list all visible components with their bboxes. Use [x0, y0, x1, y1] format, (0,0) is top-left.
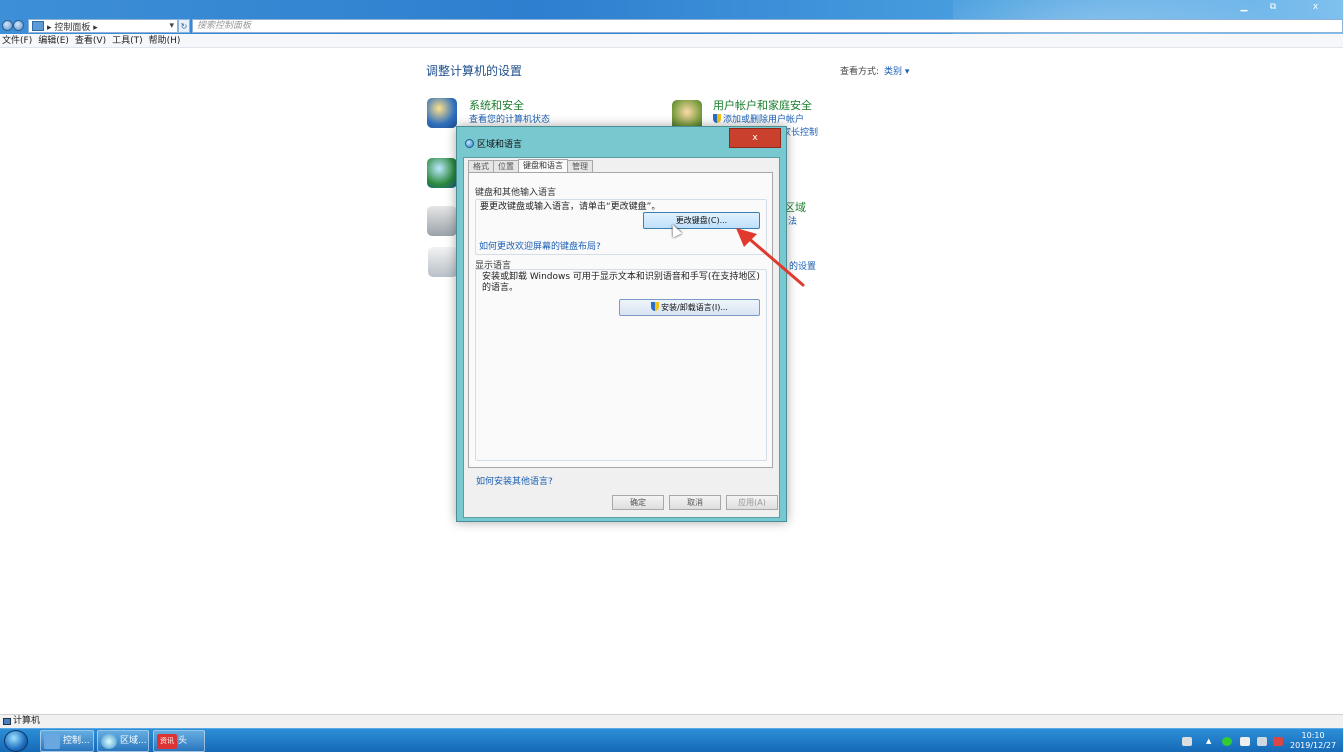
display-language-group-box — [475, 269, 767, 461]
globe-icon — [465, 139, 474, 148]
minimize-button[interactable]: ▁ — [1231, 0, 1257, 16]
menu-bar: 文件(F) 编辑(E) 查看(V) 工具(T) 帮助(H) — [0, 34, 1343, 48]
show-hidden-icons-arrow[interactable]: ▲ — [1206, 737, 1214, 746]
volume-icon[interactable] — [1257, 737, 1267, 746]
dialog-title: 区域和语言 — [465, 137, 522, 150]
link-check-status[interactable]: 查看您的计算机状态 — [469, 112, 550, 125]
view-by-dropdown[interactable]: 类别 ▾ — [884, 64, 909, 77]
address-bar[interactable]: ▸ 控制面板 ▸ ▾ — [28, 19, 178, 33]
ok-button[interactable]: 确定 — [612, 495, 664, 510]
link-add-remove-users[interactable]: 添加或删除用户帐户 — [713, 112, 804, 125]
menu-view[interactable]: 查看(V) — [75, 34, 106, 47]
network-tray-icon[interactable] — [1273, 737, 1283, 746]
menu-file[interactable]: 文件(F) — [2, 34, 32, 47]
page-title: 调整计算机的设置 — [426, 64, 523, 78]
forward-icon[interactable] — [13, 20, 24, 31]
install-uninstall-languages-button[interactable]: 安装/卸载语言(I)... — [619, 299, 760, 316]
apply-button[interactable]: 应用(A) — [726, 495, 778, 510]
clock-time: 10:10 — [1301, 731, 1325, 740]
window-titlebar: ▁ ⧉ x ▸ 控制面板 ▸ ▾ ↻ 搜索控制面板 — [0, 0, 1343, 120]
maximize-button[interactable]: ⧉ — [1261, 0, 1285, 16]
control-panel-icon — [44, 734, 60, 749]
start-button[interactable] — [4, 730, 28, 752]
install-more-languages-link[interactable]: 如何安装其他语言? — [476, 474, 553, 487]
network-icon[interactable] — [427, 158, 457, 188]
hardware-icon[interactable] — [427, 206, 457, 236]
news-app-icon: 资讯 — [157, 734, 177, 749]
status-bar: 计算机 — [0, 714, 1343, 728]
uac-shield-icon — [713, 114, 721, 123]
clock-date: 2019/12/27 — [1290, 741, 1337, 750]
nav-buttons — [2, 20, 26, 32]
uac-shield-icon — [651, 302, 660, 311]
chevron-down-icon[interactable]: ▾ — [169, 21, 174, 31]
programs-icon[interactable] — [428, 247, 458, 277]
menu-help[interactable]: 帮助(H) — [149, 34, 181, 47]
welcome-screen-layout-link[interactable]: 如何更改欢迎屏幕的键盘布局? — [479, 239, 601, 252]
search-input[interactable]: 搜索控制面板 — [192, 19, 1343, 33]
clock[interactable]: 10:10 2019/12/27 — [1290, 731, 1336, 751]
view-by-label: 查看方式: — [840, 67, 880, 77]
breadcrumb[interactable]: ▸ 控制面板 ▸ — [47, 20, 98, 33]
category-user-accounts[interactable]: 用户帐户和家庭安全 — [713, 97, 812, 113]
tab-formats[interactable]: 格式 — [468, 160, 494, 172]
shield-icon[interactable] — [427, 98, 457, 128]
annotation-arrow-icon — [736, 228, 805, 287]
status-label: 计算机 — [13, 716, 41, 726]
tab-strip: 格式 位置 键盘和语言 管理 — [468, 159, 593, 172]
cancel-button[interactable]: 取消 — [669, 495, 721, 510]
computer-icon — [3, 718, 11, 725]
taskbar-item-region[interactable]: 区域... — [97, 730, 149, 752]
keyboard-description: 要更改键盘或输入语言，请单击“更改键盘”。 — [480, 202, 661, 212]
taskbar: 控制... 区域... 资讯 头条... ▲ 10:10 2019/12/27 — [0, 728, 1343, 752]
link-parental-controls[interactable]: 家长控制 — [782, 125, 818, 138]
dialog-title-text: 区域和语言 — [477, 140, 523, 150]
keyboard-tray-icon[interactable] — [1182, 737, 1192, 746]
tab-administrative[interactable]: 管理 — [567, 160, 593, 172]
menu-tools[interactable]: 工具(T) — [112, 34, 143, 47]
region-language-dialog: 区域和语言 x 格式 位置 键盘和语言 管理 键盘和其他输入语言 要更改键盘或输… — [456, 126, 787, 522]
taskbar-item-toutiao[interactable]: 资讯 头条... — [153, 730, 205, 752]
keyboard-group-label: 键盘和其他输入语言 — [475, 188, 557, 198]
globe-icon — [101, 734, 117, 749]
tray-app-icon[interactable] — [1222, 737, 1232, 746]
display-language-description: 安装或卸载 Windows 可用于显示文本和识别语音和手写(在支持地区)的语言。 — [482, 272, 760, 293]
tab-keyboards-languages[interactable]: 键盘和语言 — [518, 159, 568, 172]
control-panel-icon — [32, 21, 44, 31]
tab-location[interactable]: 位置 — [493, 160, 519, 172]
close-button[interactable]: x — [1288, 0, 1343, 16]
back-icon[interactable] — [2, 20, 13, 31]
dialog-close-button[interactable]: x — [729, 128, 781, 148]
category-system-security[interactable]: 系统和安全 — [469, 97, 524, 113]
taskbar-item-control-panel[interactable]: 控制... — [40, 730, 94, 752]
dialog-body: 格式 位置 键盘和语言 管理 键盘和其他输入语言 要更改键盘或输入语言，请单击“… — [463, 157, 780, 518]
menu-edit[interactable]: 编辑(E) — [38, 34, 69, 47]
category-region-partial[interactable]: 区域 — [784, 199, 806, 215]
action-center-icon[interactable] — [1240, 737, 1250, 746]
tab-panel: 键盘和其他输入语言 要更改键盘或输入语言，请单击“更改键盘”。 更改键盘(C).… — [468, 172, 773, 468]
refresh-icon[interactable]: ↻ — [178, 19, 190, 33]
